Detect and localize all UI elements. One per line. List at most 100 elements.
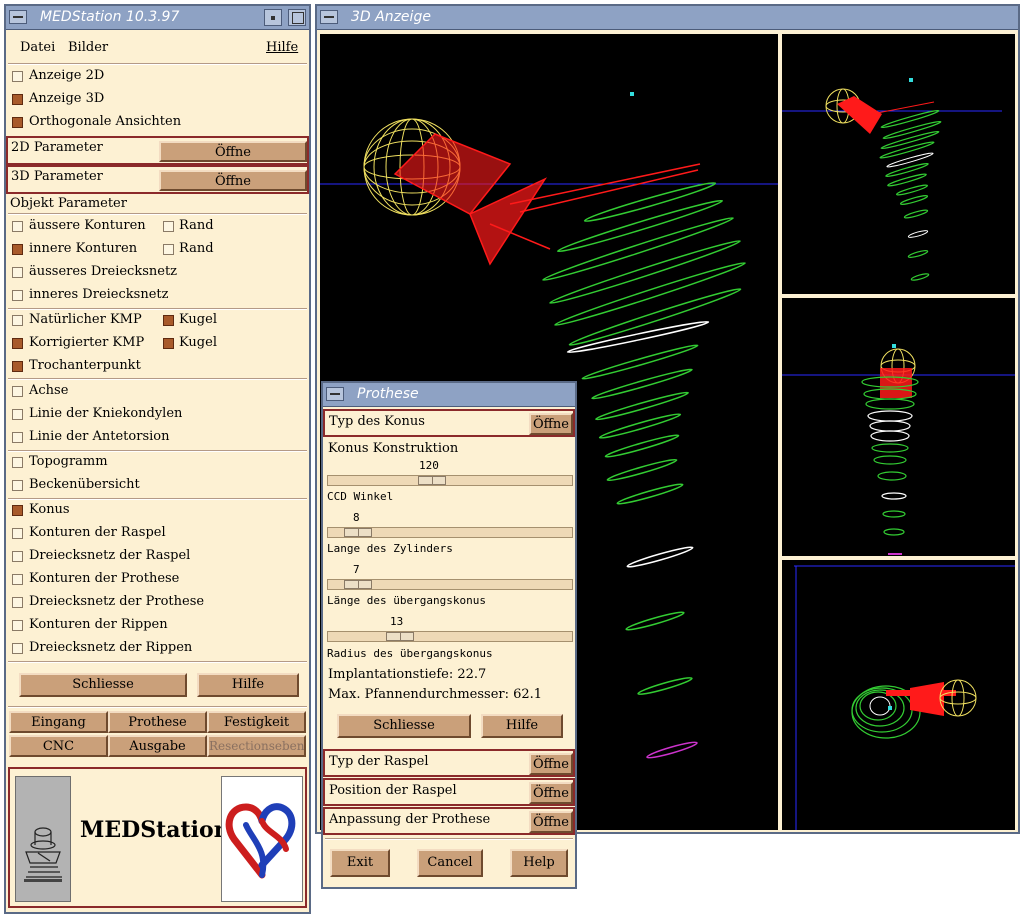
ortho-scene-side [794, 565, 1015, 830]
ortho-view-side[interactable] [782, 560, 1015, 830]
orthogonale-checkbox[interactable] [12, 117, 23, 128]
orthogonale-label: Orthogonale Ansichten [29, 114, 182, 129]
slider-zylinder-thumb[interactable] [344, 580, 372, 589]
anzeige-2d-checkbox[interactable] [12, 71, 23, 82]
anzeige-titlebar[interactable]: 3D Anzeige [317, 6, 1018, 30]
konturen-prothese-checkbox[interactable] [12, 574, 23, 585]
heart-logo-icon [221, 776, 303, 902]
festigkeit-button[interactable]: Festigkeit [207, 711, 306, 733]
zylinder-value: 7 [353, 563, 360, 576]
anpassung-prothese-open-button[interactable]: Öffne [529, 811, 573, 833]
divider [8, 661, 307, 663]
slider-konus[interactable] [327, 475, 573, 486]
hilfe-button[interactable]: Hilfe [197, 673, 299, 697]
window-menu-icon[interactable] [9, 10, 27, 24]
konus-konstruktion-heading: Konus Konstruktion [328, 441, 459, 456]
topogramm-checkbox[interactable] [12, 457, 23, 468]
prothese-module-button[interactable]: Prothese [108, 711, 207, 733]
kugel-1-checkbox[interactable] [163, 315, 174, 326]
netz-prothese-label: Dreiecksnetz der Prothese [29, 594, 205, 609]
position-raspel-open-button[interactable]: Öffne [529, 782, 573, 804]
aeussere-konturen-checkbox[interactable] [12, 221, 23, 232]
ortho-view-top[interactable] [782, 34, 1015, 294]
maximize-icon[interactable] [288, 9, 306, 26]
logo-area: MEDStation [8, 767, 307, 908]
divider [325, 838, 573, 840]
beckenuebersicht-checkbox[interactable] [12, 480, 23, 491]
prothese-dialog: Prothese Typ des Konus Öffne Konus Konst… [321, 381, 577, 889]
prothese-schliesse-button[interactable]: Schliesse [337, 714, 471, 738]
param-2d-open-button[interactable]: Öffne [159, 141, 307, 162]
rand-2-label: Rand [179, 241, 214, 256]
anpassung-prothese-label: Anpassung der Prothese [329, 812, 491, 827]
slider-uebergangskonus-thumb[interactable] [386, 632, 414, 641]
ortho-view-front[interactable] [782, 298, 1015, 556]
anzeige-3d-checkbox[interactable] [12, 94, 23, 105]
natuerlicher-kmp-checkbox[interactable] [12, 315, 23, 326]
menu-hilfe[interactable]: Hilfe [266, 40, 298, 55]
medstation-main-window: MEDStation 10.3.97 Datei Bilder Hilfe An… [4, 4, 311, 914]
inneres-netz-checkbox[interactable] [12, 290, 23, 301]
trochanterpunkt-checkbox[interactable] [12, 361, 23, 372]
netz-rippen-label: Dreiecksnetz der Rippen [29, 640, 193, 655]
slider-uebergangskonus[interactable] [327, 631, 573, 642]
window-menu-icon[interactable] [320, 10, 338, 24]
ccd-winkel-label: CCD Winkel [327, 490, 394, 503]
objekt-parameter-heading: Objekt Parameter [10, 196, 127, 211]
netz-raspel-checkbox[interactable] [12, 551, 23, 562]
schliesse-button[interactable]: Schliesse [19, 673, 187, 697]
anzeige-window-title: 3D Anzeige [351, 9, 431, 25]
typ-raspel-label: Typ der Raspel [329, 754, 429, 769]
netz-prothese-checkbox[interactable] [12, 597, 23, 608]
implantationstiefe: Implantationstiefe: 22.7 [328, 667, 487, 682]
cancel-button[interactable]: Cancel [417, 849, 483, 877]
exit-button[interactable]: Exit [330, 849, 390, 877]
rand-2-checkbox[interactable] [163, 244, 174, 255]
typ-konus-label: Typ des Konus [329, 414, 425, 429]
menu-datei[interactable]: Datei [20, 40, 55, 55]
achse-checkbox[interactable] [12, 386, 23, 397]
konturen-rippen-checkbox[interactable] [12, 620, 23, 631]
innere-konturen-checkbox[interactable] [12, 244, 23, 255]
typ-raspel-open-button[interactable]: Öffne [529, 753, 573, 775]
minimize-icon[interactable] [264, 9, 282, 26]
kugel-2-checkbox[interactable] [163, 338, 174, 349]
eingang-button[interactable]: Eingang [9, 711, 108, 733]
cnc-button[interactable]: CNC [9, 735, 108, 757]
slider-top-value: 120 [419, 459, 439, 472]
netz-raspel-label: Dreiecksnetz der Raspel [29, 548, 191, 563]
konus-checkbox[interactable] [12, 505, 23, 516]
slider-ccd-winkel[interactable] [327, 527, 573, 538]
prothese-titlebar[interactable]: Prothese [323, 383, 575, 407]
antetorsion-label: Linie der Antetorsion [29, 429, 170, 444]
brand-name: MEDStation [80, 817, 230, 843]
main-titlebar[interactable]: MEDStation 10.3.97 [6, 6, 309, 30]
anzeige-2d-label: Anzeige 2D [29, 68, 105, 83]
slider-ccd-winkel-thumb[interactable] [344, 528, 372, 537]
typ-konus-open-button[interactable]: Öffne [529, 413, 573, 435]
param-2d-label: 2D Parameter [11, 140, 103, 155]
konturen-raspel-checkbox[interactable] [12, 528, 23, 539]
typ-raspel-row: Typ der Raspel Öffne [323, 749, 575, 777]
help-button[interactable]: Help [510, 849, 568, 877]
prothese-hilfe-button[interactable]: Hilfe [481, 714, 563, 738]
netz-rippen-checkbox[interactable] [12, 643, 23, 654]
window-menu-icon[interactable] [326, 387, 344, 401]
slider-konus-thumb[interactable] [418, 476, 446, 485]
resektion-button[interactable]: Resectionsebene [207, 735, 306, 757]
aeusseres-netz-checkbox[interactable] [12, 267, 23, 278]
ausgabe-button[interactable]: Ausgabe [108, 735, 207, 757]
natuerlicher-kmp-label: Natürlicher KMP [29, 312, 142, 327]
param-3d-row: 3D Parameter Öffne [6, 165, 309, 194]
antetorsion-checkbox[interactable] [12, 432, 23, 443]
menu-bilder[interactable]: Bilder [68, 40, 108, 55]
slider-zylinder[interactable] [327, 579, 573, 590]
trochanterpunkt-label: Trochanterpunkt [29, 358, 141, 373]
radius-label: Radius des übergangskonus [327, 647, 493, 660]
konturen-raspel-label: Konturen der Raspel [29, 525, 166, 540]
rand-1-checkbox[interactable] [163, 221, 174, 232]
kniekondylen-checkbox[interactable] [12, 409, 23, 420]
param-2d-row: 2D Parameter Öffne [6, 136, 309, 165]
param-3d-open-button[interactable]: Öffne [159, 170, 307, 191]
korrigierter-kmp-checkbox[interactable] [12, 338, 23, 349]
